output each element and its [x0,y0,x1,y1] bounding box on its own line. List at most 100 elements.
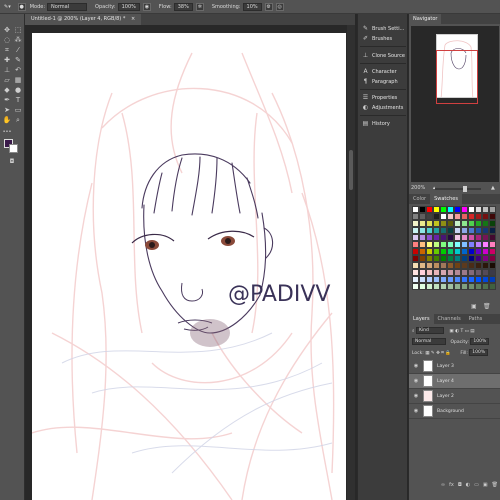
color-swatch[interactable] [489,234,496,241]
color-swatch[interactable] [433,234,440,241]
blur-tool-icon[interactable]: ◆ [2,86,12,94]
color-swatch[interactable] [412,262,419,269]
color-swatch[interactable] [412,269,419,276]
color-swatch[interactable] [482,206,489,213]
color-swatch[interactable] [454,220,461,227]
color-swatch[interactable] [475,248,482,255]
color-swatch[interactable] [433,269,440,276]
panel-adjustments[interactable]: ◐ Adjustments [362,104,403,111]
panel-character[interactable]: A Character [362,68,396,75]
color-swatch[interactable] [461,234,468,241]
color-swatch[interactable] [489,262,496,269]
more-tools-icon[interactable]: ••• [2,128,12,136]
layer-opacity-field[interactable]: 100% [470,338,490,345]
pressure-opacity-icon[interactable]: ◉ [142,2,151,11]
color-swatch[interactable] [454,283,461,290]
new-layer-icon[interactable]: ▣ [483,482,488,488]
color-swatch[interactable] [475,262,482,269]
color-swatch[interactable] [433,206,440,213]
color-swatch[interactable] [440,220,447,227]
color-swatch[interactable] [475,241,482,248]
color-swatch[interactable] [475,213,482,220]
mode-dropdown[interactable]: Normal [47,2,88,11]
color-swatch[interactable] [447,276,454,283]
color-swatch[interactable] [461,213,468,220]
color-swatch[interactable] [482,213,489,220]
color-swatch[interactable] [454,227,461,234]
shape-tool-icon[interactable]: ▭ [13,106,23,114]
color-swatch[interactable] [426,234,433,241]
color-swatch[interactable] [461,241,468,248]
color-swatch[interactable] [468,213,475,220]
navigator-preview[interactable] [411,26,499,182]
color-swatch[interactable] [461,227,468,234]
quick-select-tool-icon[interactable]: ⁂ [13,36,23,44]
brush-tool-icon[interactable]: ✎ [13,56,23,64]
navigator-view-frame[interactable] [436,50,478,104]
color-swatch[interactable] [482,227,489,234]
smoothing-field[interactable]: 10% [242,2,262,11]
color-swatch[interactable] [468,241,475,248]
color-swatch[interactable] [489,283,496,290]
crop-tool-icon[interactable]: ⌗ [2,46,12,54]
color-swatch[interactable] [419,269,426,276]
layer-row[interactable]: ◉ Layer 3 [409,359,500,374]
scrollbar-thumb[interactable] [349,150,353,190]
hand-tool-icon[interactable]: ✋ [2,116,12,124]
opacity-field[interactable]: 100% [117,2,140,11]
path-select-tool-icon[interactable]: ➤ [2,106,12,114]
color-swatch[interactable] [468,234,475,241]
gradient-tool-icon[interactable]: ▦ [13,76,23,84]
color-swatch[interactable] [447,213,454,220]
color-swatch[interactable] [489,248,496,255]
zoom-slider-handle[interactable] [463,186,467,192]
eraser-tool-icon[interactable]: ▱ [2,76,12,84]
adjustment-layer-icon[interactable]: ◐ [466,482,470,488]
color-swatch[interactable] [489,276,496,283]
layer-mask-icon[interactable]: ◘ [458,482,462,488]
color-swatch[interactable] [419,213,426,220]
color-swatch[interactable] [426,220,433,227]
color-swatch[interactable] [482,262,489,269]
color-swatch[interactable] [440,262,447,269]
color-swatch[interactable] [461,206,468,213]
color-swatch[interactable] [475,255,482,262]
color-swatch[interactable] [433,241,440,248]
color-swatch[interactable] [468,283,475,290]
color-swatch[interactable] [426,269,433,276]
vertical-scrollbar[interactable] [347,25,355,500]
color-swatch[interactable] [482,241,489,248]
color-swatch[interactable] [468,269,475,276]
delete-layer-icon[interactable]: 🗑 [492,482,498,488]
color-swatch[interactable] [426,241,433,248]
healing-tool-icon[interactable]: ✚ [2,56,12,64]
panel-clone-source[interactable]: ⊥ Clone Source [362,52,405,59]
color-swatch[interactable] [482,283,489,290]
color-swatch[interactable] [433,227,440,234]
color-swatch[interactable] [433,255,440,262]
color-swatch[interactable] [489,206,496,213]
layer-row-selected[interactable]: ◉ Layer 4 [409,374,500,389]
color-swatch[interactable] [489,213,496,220]
gear-icon[interactable]: ⚙ [264,2,273,11]
color-swatch[interactable] [468,220,475,227]
color-swatch[interactable] [475,269,482,276]
color-swatch[interactable] [419,206,426,213]
color-swatch[interactable] [426,262,433,269]
close-tab-icon[interactable]: × [131,16,135,22]
color-swatch[interactable] [482,234,489,241]
color-swatch[interactable] [475,220,482,227]
panel-history[interactable]: ▤ History [362,120,390,127]
background-color-swatch[interactable] [9,144,18,153]
type-tool-icon[interactable]: T [13,96,23,104]
color-swatch[interactable] [433,276,440,283]
color-swatch[interactable] [412,276,419,283]
color-swatch[interactable] [447,255,454,262]
visibility-eye-icon[interactable]: ◉ [412,363,420,369]
color-swatch[interactable] [412,220,419,227]
color-swatch[interactable] [461,262,468,269]
color-swatch[interactable] [440,276,447,283]
visibility-eye-icon[interactable]: ◉ [412,393,420,399]
panel-brushes[interactable]: ✐ Brushes [362,35,392,42]
color-swatch[interactable] [412,213,419,220]
